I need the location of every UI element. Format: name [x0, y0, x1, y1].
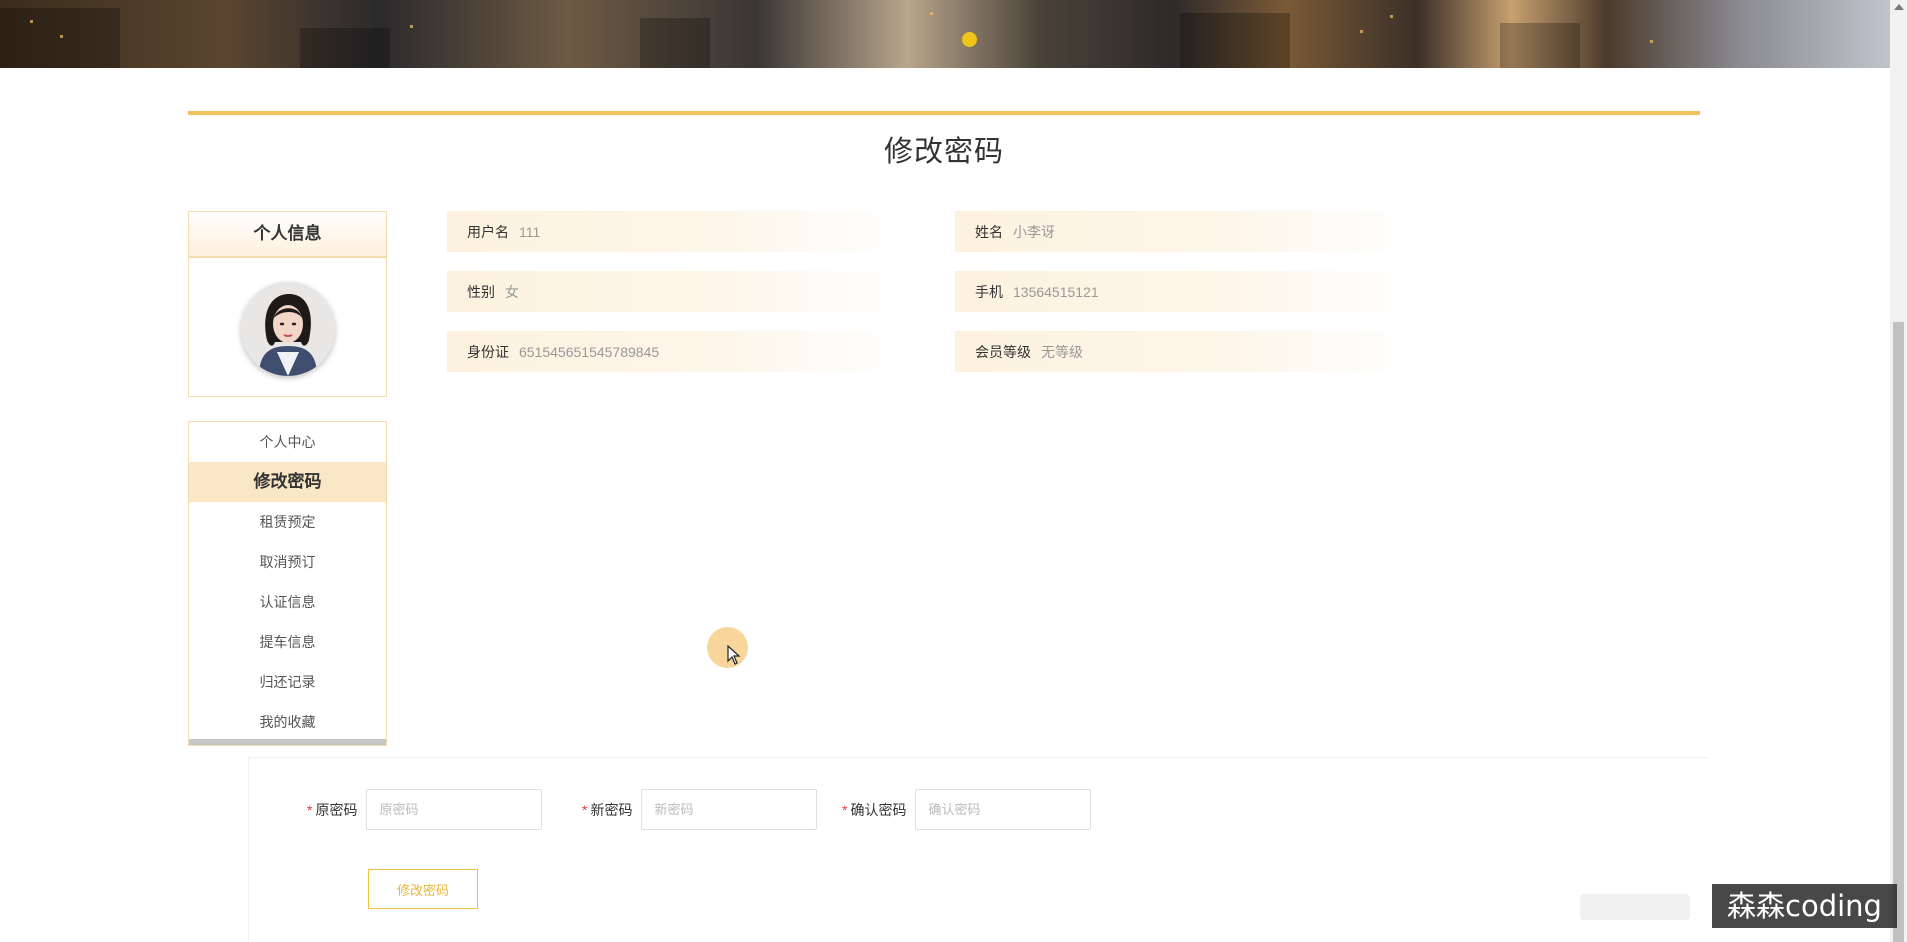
info-idcard-label: 身份证	[467, 343, 509, 360]
info-gender-label: 性别	[467, 283, 495, 300]
confirm-password-row: * 确认密码	[842, 789, 1092, 830]
info-member-level-value: 无等级	[1041, 343, 1083, 360]
menu-item-cancel-booking[interactable]: 取消预订	[189, 542, 386, 582]
menu-item-rental-booking[interactable]: 租赁预定	[189, 502, 386, 542]
info-username: 用户名 111	[447, 211, 907, 252]
avatar-image	[241, 282, 335, 376]
old-password-label: 原密码	[315, 801, 358, 818]
user-side-menu: 个人中心 修改密码 租赁预定 取消预订 认证信息 提车信息 归还记录 我的收藏	[188, 421, 387, 746]
required-mark: *	[582, 801, 588, 818]
info-name: 姓名 小李讶	[955, 211, 1415, 252]
info-phone: 手机 13564515121	[955, 271, 1415, 312]
watermark: 森森coding	[1712, 884, 1897, 928]
info-username-label: 用户名	[467, 223, 509, 240]
old-password-input[interactable]	[366, 789, 543, 830]
info-gender-value: 女	[505, 283, 519, 300]
info-name-value: 小李讶	[1013, 223, 1055, 240]
menu-item-verification-info[interactable]: 认证信息	[189, 582, 386, 622]
change-password-button[interactable]: 修改密码	[368, 869, 478, 909]
menu-item-personal-center[interactable]: 个人中心	[189, 422, 386, 462]
required-mark: *	[842, 801, 848, 818]
confirm-password-input[interactable]	[915, 789, 1092, 830]
mouse-pointer-icon	[727, 645, 741, 665]
profile-heading: 个人信息	[189, 212, 386, 258]
page-title: 修改密码	[883, 136, 1004, 168]
profile-card: 个人信息	[188, 211, 387, 397]
info-idcard-value: 651545651545789845	[519, 343, 660, 360]
required-mark: *	[307, 801, 313, 818]
new-password-label: 新密码	[590, 801, 633, 818]
info-idcard: 身份证 651545651545789845	[447, 331, 907, 372]
info-member-level-label: 会员等级	[975, 343, 1031, 360]
avatar	[241, 282, 335, 376]
title-divider	[188, 111, 1700, 115]
menu-item-change-password[interactable]: 修改密码	[189, 462, 386, 502]
menu-item-pickup-info[interactable]: 提车信息	[189, 622, 386, 662]
new-password-input[interactable]	[641, 789, 818, 830]
scrollbar-thumb[interactable]	[1893, 322, 1904, 942]
scroll-up-icon[interactable]	[1894, 4, 1904, 10]
info-username-value: 111	[519, 223, 541, 240]
menu-item-return-records[interactable]: 归还记录	[189, 662, 386, 702]
new-password-row: * 新密码	[582, 789, 818, 830]
change-password-form: * 原密码 * 新密码 * 确认密码 修改密码	[248, 757, 1708, 942]
info-phone-value: 13564515121	[1013, 283, 1099, 300]
faint-overlay	[1580, 894, 1690, 920]
info-name-label: 姓名	[975, 223, 1003, 240]
carousel-indicator[interactable]	[962, 32, 977, 47]
confirm-password-label: 确认密码	[850, 801, 907, 818]
info-phone-label: 手机	[975, 283, 1003, 300]
hero-banner	[0, 0, 1890, 68]
info-gender: 性别 女	[447, 271, 907, 312]
old-password-row: * 原密码	[307, 789, 543, 830]
menu-bottom-bar	[189, 739, 386, 745]
menu-item-my-favorites[interactable]: 我的收藏	[189, 702, 386, 742]
info-member-level: 会员等级 无等级	[955, 331, 1415, 372]
